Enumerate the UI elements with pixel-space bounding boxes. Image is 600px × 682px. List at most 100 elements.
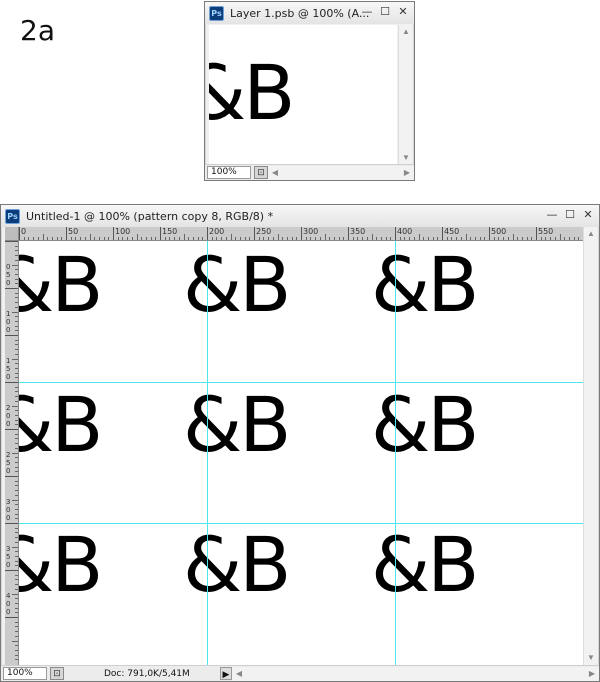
- ruler-label: 400: [397, 227, 413, 236]
- main-status-bar: 100% ⊡ Doc: 791,0K/5,41M ▶ ◀ ▶: [1, 665, 599, 681]
- ruler-minor-tick: [268, 237, 270, 240]
- main-vertical-scrollbar[interactable]: ▲ ▼: [583, 227, 597, 665]
- ruler-minor-tick: [15, 466, 18, 468]
- ruler-tick: [536, 227, 537, 240]
- ruler-minor-tick: [15, 372, 18, 374]
- canvas-glyph: &B: [19, 380, 103, 469]
- document-size-info[interactable]: Doc: 791,0K/5,41M: [64, 669, 214, 679]
- horizontal-ruler[interactable]: 0 50 100 150 200 250 300 350 400 450 500 550: [19, 227, 583, 241]
- ruler-minor-tick: [15, 565, 18, 567]
- ruler-label: 5: [6, 553, 11, 561]
- ruler-minor-tick: [503, 237, 505, 240]
- ruler-minor-tick: [15, 649, 18, 651]
- scroll-right-icon[interactable]: ▶: [585, 667, 599, 681]
- ruler-label: 0: [6, 318, 11, 326]
- ruler-minor-tick: [197, 237, 199, 240]
- ruler-label: 100: [115, 227, 131, 236]
- scroll-left-icon[interactable]: ◀: [232, 667, 246, 681]
- ruler-minor-tick: [512, 234, 514, 240]
- ruler-minor-tick: [117, 237, 119, 240]
- small-canvas[interactable]: &B: [209, 25, 397, 165]
- main-window-titlebar[interactable]: Ps Untitled-1 @ 100% (pattern copy 8, RG…: [1, 205, 599, 227]
- scroll-right-icon[interactable]: ▶: [400, 166, 414, 180]
- ruler-label: 0: [6, 561, 11, 569]
- ruler-label: 0: [6, 326, 11, 334]
- ruler-corner[interactable]: [5, 227, 19, 241]
- ruler-tick: [5, 523, 18, 524]
- horizontal-guide[interactable]: [19, 523, 583, 524]
- ruler-minor-tick: [15, 541, 18, 543]
- ruler-minor-tick: [324, 234, 326, 240]
- main-zoom-field[interactable]: 100%: [3, 667, 47, 680]
- ruler-label: 3: [6, 498, 11, 506]
- ruler-minor-tick: [51, 237, 53, 240]
- ruler-minor-tick: [33, 237, 35, 240]
- ruler-minor-tick: [12, 499, 18, 501]
- ruler-minor-tick: [15, 410, 18, 412]
- ruler-minor-tick: [15, 391, 18, 393]
- ruler-minor-tick: [15, 377, 18, 379]
- scroll-down-icon[interactable]: ▼: [584, 651, 598, 665]
- ruler-minor-tick: [460, 237, 462, 240]
- ruler-tick: [254, 227, 255, 240]
- untitled-document-window[interactable]: Ps Untitled-1 @ 100% (pattern copy 8, RG…: [0, 204, 600, 682]
- canvas-glyph: &B: [183, 241, 291, 329]
- ruler-tick: [5, 288, 18, 289]
- ruler-minor-tick: [12, 264, 18, 266]
- maximize-icon[interactable]: ☐: [378, 5, 392, 19]
- horizontal-guide[interactable]: [19, 382, 583, 383]
- scroll-up-icon[interactable]: ▲: [584, 227, 598, 241]
- close-icon[interactable]: ✕: [581, 208, 595, 222]
- ruler-minor-tick: [15, 433, 18, 435]
- vertical-guide[interactable]: [207, 241, 208, 665]
- close-icon[interactable]: ✕: [396, 5, 410, 19]
- ruler-tick: [301, 227, 302, 240]
- maximize-icon[interactable]: ☐: [563, 208, 577, 222]
- ruler-minor-tick: [15, 626, 18, 628]
- ruler-minor-tick: [98, 237, 100, 240]
- ruler-minor-tick: [357, 237, 359, 240]
- layer-psb-window[interactable]: Ps Layer 1.psb @ 100% (A... — ☐ ✕ &B ▲ ▼…: [204, 1, 415, 181]
- navigator-icon[interactable]: ⊡: [254, 166, 268, 179]
- ruler-minor-tick: [474, 237, 476, 240]
- main-canvas[interactable]: &B &B &B &B &B &B &B &B &B: [19, 241, 583, 665]
- ruler-minor-tick: [141, 237, 143, 240]
- ruler-minor-tick: [484, 237, 486, 240]
- ruler-label: 0: [6, 467, 11, 475]
- small-horizontal-scrollbar[interactable]: ◀ ▶: [268, 165, 414, 180]
- ruler-minor-tick: [15, 447, 18, 449]
- scroll-up-icon[interactable]: ▲: [399, 25, 413, 39]
- ruler-minor-tick: [12, 452, 18, 454]
- ruler-minor-tick: [493, 237, 495, 240]
- ruler-minor-tick: [15, 527, 18, 529]
- vertical-guide[interactable]: [395, 241, 396, 665]
- step-label: 2a: [20, 14, 55, 47]
- navigator-icon[interactable]: ⊡: [50, 667, 64, 680]
- minimize-icon[interactable]: —: [360, 5, 374, 19]
- ruler-minor-tick: [164, 237, 166, 240]
- small-vertical-scrollbar[interactable]: ▲ ▼: [398, 25, 412, 165]
- ruler-minor-tick: [399, 237, 401, 240]
- ruler-minor-tick: [15, 508, 18, 510]
- small-zoom-field[interactable]: 100%: [207, 166, 251, 179]
- small-window-titlebar[interactable]: Ps Layer 1.psb @ 100% (A... — ☐ ✕: [205, 2, 414, 24]
- ruler-minor-tick: [526, 237, 528, 240]
- ruler-minor-tick: [296, 237, 298, 240]
- status-menu-arrow-icon[interactable]: ▶: [220, 667, 232, 680]
- ruler-minor-tick: [15, 490, 18, 492]
- ruler-minor-tick: [15, 419, 18, 421]
- ruler-minor-tick: [545, 237, 547, 240]
- ruler-tick: [5, 241, 18, 242]
- scroll-left-icon[interactable]: ◀: [268, 166, 282, 180]
- ruler-label: 2: [6, 451, 11, 459]
- ruler-minor-tick: [380, 237, 382, 240]
- vertical-ruler[interactable]: 050100150200250300350400: [5, 241, 19, 665]
- ruler-tick: [5, 476, 18, 477]
- ruler-minor-tick: [451, 237, 453, 240]
- ruler-minor-tick: [305, 237, 307, 240]
- main-horizontal-scrollbar[interactable]: ◀ ▶: [232, 666, 599, 681]
- ruler-minor-tick: [15, 555, 18, 557]
- ruler-minor-tick: [573, 237, 575, 240]
- scroll-down-icon[interactable]: ▼: [399, 151, 413, 165]
- minimize-icon[interactable]: —: [545, 208, 559, 222]
